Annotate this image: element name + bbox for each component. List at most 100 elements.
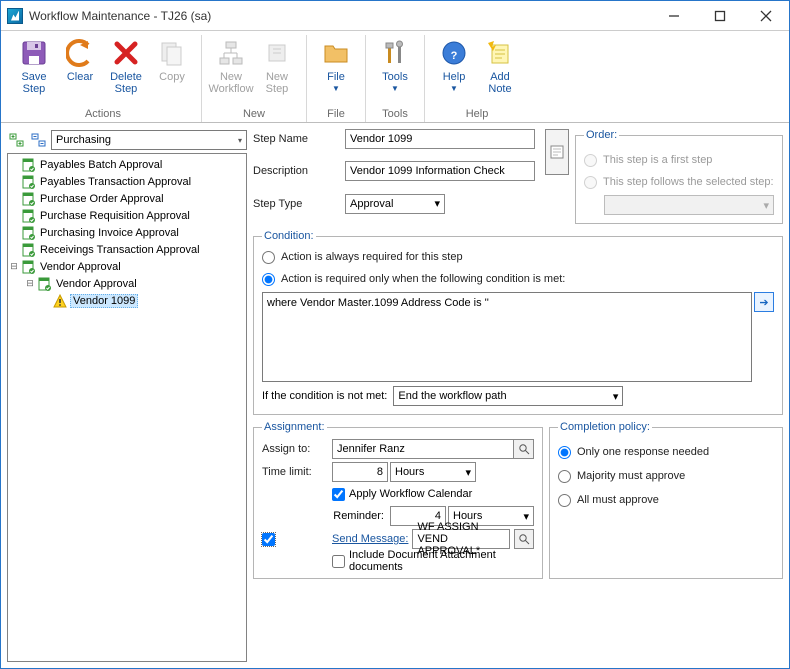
condition-when-radio[interactable]: Action is required only when the followi… xyxy=(262,270,774,288)
policy-one-radio[interactable]: Only one response needed xyxy=(558,443,774,461)
workflow-icon xyxy=(36,276,52,292)
tree-node[interactable]: ⊟Vendor Approval xyxy=(8,258,246,275)
step-name-input[interactable]: Vendor 1099 xyxy=(345,129,535,149)
delete-button[interactable]: Delete Step xyxy=(103,35,149,95)
step-type-label: Step Type xyxy=(253,194,343,214)
step-fields: Step Name Vendor 1099 Description Vendor… xyxy=(253,129,535,224)
clear-label: Clear xyxy=(67,71,93,83)
maximize-button[interactable] xyxy=(697,1,743,30)
chevron-down-icon: ▾ xyxy=(434,197,440,210)
condition-fieldset: Condition: Action is always required for… xyxy=(253,230,783,415)
workflow-icon xyxy=(20,225,36,241)
addnote-button[interactable]: Add Note xyxy=(477,35,523,95)
newwf-icon xyxy=(215,37,247,69)
order-follows-radio: This step follows the selected step: xyxy=(584,173,774,191)
newwf-label: New Workflow xyxy=(208,71,253,95)
newwf-button: New Workflow xyxy=(208,35,254,95)
policy-legend: Completion policy: xyxy=(558,421,652,433)
chevron-down-icon: ▾ xyxy=(523,510,529,523)
order-follows-dropdown: ▾ xyxy=(604,195,774,215)
workflow-icon xyxy=(20,157,36,173)
minimize-button[interactable] xyxy=(651,1,697,30)
delete-icon xyxy=(110,37,142,69)
time-limit-input[interactable]: 8 xyxy=(332,462,388,482)
assign-to-label: Assign to: xyxy=(262,439,328,459)
workflow-icon xyxy=(20,191,36,207)
tree-node[interactable]: Purchasing Invoice Approval xyxy=(8,224,246,241)
chevron-down-icon: ▼ xyxy=(332,84,340,93)
order-legend: Order: xyxy=(584,129,619,141)
tools-icon xyxy=(379,37,411,69)
newstep-button: New Step xyxy=(254,35,300,95)
clear-button[interactable]: Clear xyxy=(57,35,103,95)
workflow-icon xyxy=(20,174,36,190)
send-message-checkbox[interactable] xyxy=(262,530,328,548)
newstep-label: New Step xyxy=(266,71,289,95)
chevron-down-icon: ▼ xyxy=(391,84,399,93)
include-docs-checkbox[interactable]: Include Document Attachment documents xyxy=(332,552,534,570)
expand-button[interactable] xyxy=(545,129,569,175)
ribbon-group-label: Actions xyxy=(85,108,121,120)
file-button[interactable]: File▼ xyxy=(313,35,359,93)
tree-expander[interactable]: ⊟ xyxy=(24,278,36,289)
tree-label: Purchase Order Approval xyxy=(38,193,166,205)
tree-expander[interactable]: ⊟ xyxy=(8,261,20,272)
condition-expand-button[interactable]: ➔ xyxy=(754,292,774,312)
condition-text[interactable]: where Vendor Master.1099 Address Code is… xyxy=(262,292,752,382)
time-limit-label: Time limit: xyxy=(262,462,328,482)
module-dropdown[interactable]: Purchasing ▾ xyxy=(51,130,247,150)
description-input[interactable]: Vendor 1099 Information Check xyxy=(345,161,535,181)
step-type-dropdown[interactable]: Approval▾ xyxy=(345,194,445,214)
condition-legend: Condition: xyxy=(262,230,316,242)
save-button[interactable]: Save Step xyxy=(11,35,57,95)
addnote-icon xyxy=(484,37,516,69)
collapse-all-icon[interactable] xyxy=(29,131,49,149)
ribbon-group-label: File xyxy=(327,108,345,120)
note-icon xyxy=(550,145,564,159)
save-icon xyxy=(18,37,50,69)
tree-node[interactable]: ⊟ Vendor Approval xyxy=(8,275,246,292)
chevron-down-icon: ▾ xyxy=(465,466,471,479)
search-icon xyxy=(518,443,530,455)
tree-node[interactable]: Payables Batch Approval xyxy=(8,156,246,173)
apply-calendar-checkbox[interactable]: Apply Workflow Calendar xyxy=(332,485,534,503)
chevron-down-icon: ▾ xyxy=(763,199,769,212)
policy-all-radio[interactable]: All must approve xyxy=(558,491,774,509)
not-met-dropdown[interactable]: End the workflow path▾ xyxy=(393,386,623,406)
send-message-input[interactable]: WF ASSIGN VEND APPROVAL* xyxy=(412,529,510,549)
file-icon xyxy=(320,37,352,69)
ribbon-group-label: New xyxy=(243,108,265,120)
tree-node[interactable]: Purchase Order Approval xyxy=(8,190,246,207)
window-title: Workflow Maintenance - TJ26 (sa) xyxy=(29,9,651,23)
tree-node[interactable]: Receivings Transaction Approval xyxy=(8,241,246,258)
send-message-lookup-button[interactable] xyxy=(514,529,534,549)
tree-label: Payables Transaction Approval xyxy=(38,176,193,188)
save-label: Save Step xyxy=(21,71,46,95)
policy-majority-radio[interactable]: Majority must approve xyxy=(558,467,774,485)
assignment-fieldset: Assignment: Assign to: Jennifer Ranz Tim… xyxy=(253,421,543,579)
assign-to-input[interactable]: Jennifer Ranz xyxy=(332,439,514,459)
tree-node[interactable]: Payables Transaction Approval xyxy=(8,173,246,190)
send-message-link[interactable]: Send Message: xyxy=(332,533,408,545)
condition-always-radio[interactable]: Action is always required for this step xyxy=(262,248,774,266)
ribbon: Save Step Clear Delete StepCopy Actions New … xyxy=(1,31,789,123)
copy-button: Copy xyxy=(149,35,195,95)
workflow-tree[interactable]: Payables Batch Approval Payables Transact… xyxy=(7,153,247,662)
tools-label: Tools xyxy=(382,71,408,83)
expand-all-icon[interactable] xyxy=(7,131,27,149)
tree-node[interactable]: Vendor 1099 xyxy=(8,292,246,309)
tree-label: Vendor Approval xyxy=(54,278,139,290)
assign-to-lookup-button[interactable] xyxy=(514,439,534,459)
copy-icon xyxy=(156,37,188,69)
chevron-down-icon: ▾ xyxy=(613,390,619,403)
warning-icon xyxy=(52,293,68,309)
tools-button[interactable]: Tools▼ xyxy=(372,35,418,93)
help-button[interactable]: ?Help▼ xyxy=(431,35,477,95)
time-limit-unit-dropdown[interactable]: Hours▾ xyxy=(390,462,476,482)
ribbon-group-label: Tools xyxy=(382,108,408,120)
tree-node[interactable]: Purchase Requisition Approval xyxy=(8,207,246,224)
workflow-icon xyxy=(20,208,36,224)
tree-label: Payables Batch Approval xyxy=(38,159,164,171)
close-button[interactable] xyxy=(743,1,789,30)
module-dropdown-value: Purchasing xyxy=(56,134,111,146)
